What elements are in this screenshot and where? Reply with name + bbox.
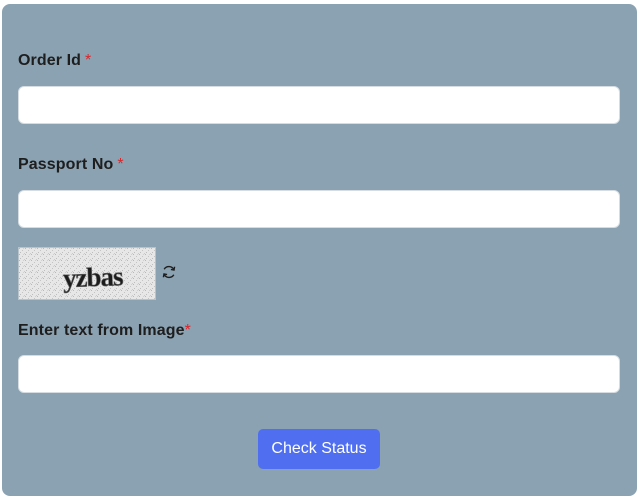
- passport-no-input[interactable]: [18, 190, 620, 228]
- captcha-refresh-button[interactable]: [159, 262, 179, 282]
- order-id-required-mark: *: [85, 52, 92, 69]
- check-status-button[interactable]: Check Status: [258, 429, 380, 469]
- captcha-required-mark: *: [184, 322, 191, 339]
- captcha-text: yzbas: [62, 261, 123, 293]
- status-form-panel: Order Id * Passport No * yzbas Enter tex…: [2, 4, 637, 496]
- order-id-input[interactable]: [18, 86, 620, 124]
- captcha-image: yzbas: [18, 247, 156, 300]
- order-id-label: Order Id *: [18, 52, 91, 70]
- passport-no-label: Passport No *: [18, 156, 124, 174]
- captcha-input[interactable]: [18, 355, 620, 393]
- passport-no-required-mark: *: [117, 156, 124, 173]
- captcha-input-label: Enter text from Image*: [18, 322, 191, 340]
- order-id-label-text: Order Id: [18, 52, 82, 69]
- captcha-input-label-text: Enter text from Image: [18, 322, 185, 339]
- refresh-icon: [162, 265, 176, 279]
- passport-no-label-text: Passport No: [18, 156, 114, 173]
